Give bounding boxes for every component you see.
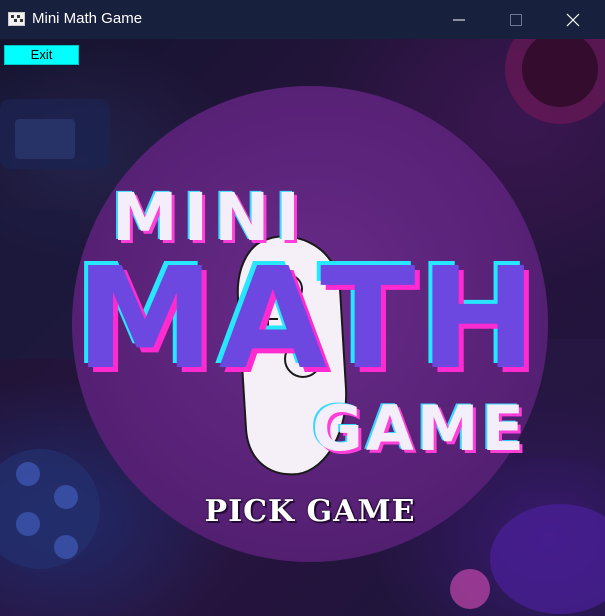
minimize-button[interactable]: [436, 0, 482, 39]
pick-game-button[interactable]: PICK GAME: [150, 494, 470, 529]
game-canvas: Exit MINI MATH GAME PICK GAME: [0, 39, 605, 616]
window-title: Mini Math Game: [32, 10, 143, 27]
minimize-icon: [453, 19, 465, 21]
close-icon: [566, 13, 580, 27]
maximize-button[interactable]: [493, 0, 539, 39]
maximize-icon: [510, 14, 522, 26]
app-icon: [8, 12, 25, 26]
title-bar[interactable]: Mini Math Game: [0, 0, 605, 39]
app-window: Mini Math Game Exit MINI MATH GAME PICK …: [0, 0, 605, 616]
close-button[interactable]: [550, 0, 596, 39]
logo-math-text: MATH: [75, 238, 541, 401]
exit-button[interactable]: Exit: [4, 45, 79, 65]
logo-game-text: GAME: [312, 392, 527, 465]
